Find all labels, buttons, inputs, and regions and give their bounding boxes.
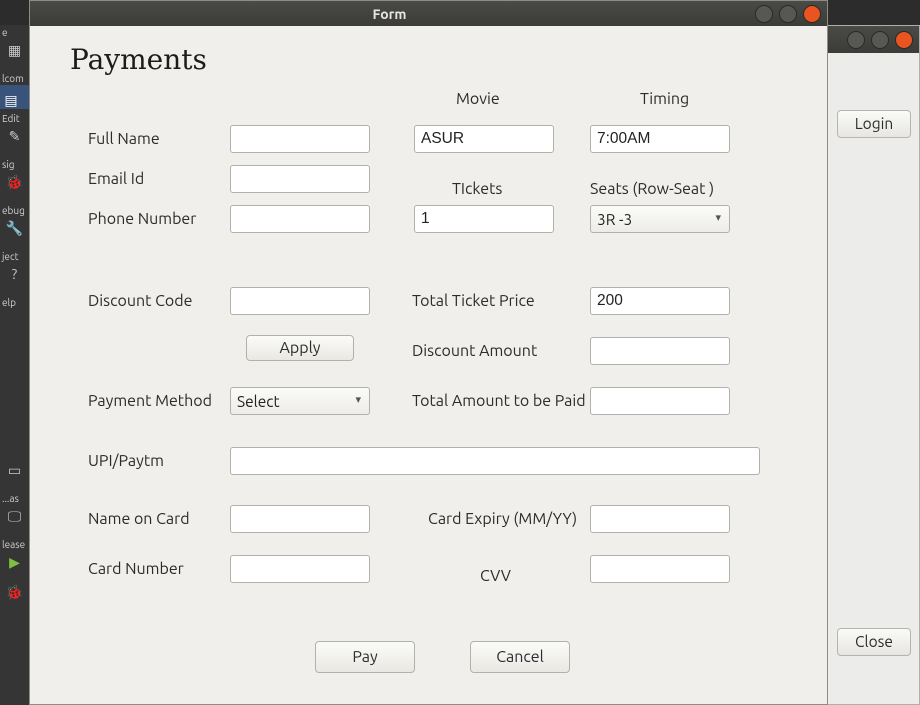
payment-method-value: Select: [237, 393, 280, 410]
label-payment-method: Payment Method: [88, 391, 212, 411]
payment-method-select[interactable]: Select: [230, 387, 370, 415]
close-icon[interactable]: [803, 5, 821, 23]
label-tickets: TIckets: [452, 179, 502, 199]
dialog-titlebar: Form: [30, 1, 827, 26]
pencil-icon[interactable]: ✎: [6, 127, 24, 145]
doc-icon: ▤: [2, 91, 20, 109]
label-cvv: CVV: [480, 566, 511, 586]
label-discount-code: Discount Code: [88, 291, 192, 311]
total-amount-input[interactable]: [590, 387, 730, 415]
login-button[interactable]: Login: [837, 110, 911, 138]
launcher-stub[interactable]: sig: [0, 155, 29, 171]
launcher-stub[interactable]: e: [0, 25, 29, 39]
label-movie: Movie: [456, 89, 500, 109]
label-seats: Seats (Row-Seat ): [590, 179, 714, 199]
discount-amount-input[interactable]: [590, 337, 730, 365]
launcher-stub-selected[interactable]: ▤: [0, 85, 29, 109]
maximize-icon[interactable]: [871, 31, 889, 49]
monitor-icon[interactable]: 🖵: [6, 507, 24, 525]
wrench-icon[interactable]: 🔧: [6, 219, 24, 237]
label-card-number: Card Number: [88, 559, 184, 579]
payments-dialog: Form Payments Full Name Email Id Phone N…: [29, 0, 828, 705]
total-ticket-price-input[interactable]: [590, 287, 730, 315]
label-timing: Timing: [640, 89, 689, 109]
seats-select[interactable]: 3R -3: [590, 205, 730, 233]
label-upi: UPI/Paytm: [88, 451, 164, 471]
pay-button[interactable]: Pay: [315, 641, 415, 673]
label-name-on-card: Name on Card: [88, 509, 190, 529]
timing-input[interactable]: [590, 125, 730, 153]
upi-input[interactable]: [230, 447, 760, 475]
movie-input[interactable]: [414, 125, 554, 153]
label-discount-amount: Discount Amount: [412, 341, 537, 361]
play-icon[interactable]: ▶: [6, 553, 24, 571]
page-title: Payments: [70, 43, 207, 76]
tickets-input[interactable]: [414, 205, 554, 233]
cvv-input[interactable]: [590, 555, 730, 583]
launcher-stub[interactable]: ...as: [0, 489, 29, 505]
email-input[interactable]: [230, 165, 370, 193]
window-icon[interactable]: ▭: [6, 461, 24, 479]
phone-input[interactable]: [230, 205, 370, 233]
label-total-ticket-price: Total Ticket Price: [412, 291, 535, 311]
label-total-amount: Total Amount to be Paid: [412, 391, 586, 411]
full-name-input[interactable]: [230, 125, 370, 153]
launcher-stub[interactable]: lcom: [0, 71, 29, 85]
launcher-stub[interactable]: Edit: [0, 109, 29, 125]
help-icon[interactable]: ?: [6, 265, 24, 283]
cancel-button[interactable]: Cancel: [470, 641, 570, 673]
bug2-icon[interactable]: 🐞: [6, 583, 24, 601]
minimize-icon[interactable]: [755, 5, 773, 23]
label-card-expiry: Card Expiry (MM/YY): [428, 509, 577, 529]
window-title: Form: [30, 6, 749, 22]
seats-value: 3R -3: [597, 211, 632, 228]
grid-icon[interactable]: ▦: [6, 41, 24, 59]
minimize-icon[interactable]: [847, 31, 865, 49]
discount-code-input[interactable]: [230, 287, 370, 315]
maximize-icon[interactable]: [779, 5, 797, 23]
card-expiry-input[interactable]: [590, 505, 730, 533]
launcher-stub[interactable]: ebug: [0, 201, 29, 217]
card-number-input[interactable]: [230, 555, 370, 583]
label-full-name: Full Name: [88, 129, 160, 149]
apply-button[interactable]: Apply: [246, 335, 354, 361]
launcher: e ▦ lcom ▤ Edit ✎ sig 🐞 ebug 🔧 ject ? el…: [0, 25, 29, 705]
close-button[interactable]: Close: [837, 628, 911, 656]
launcher-stub[interactable]: ject: [0, 247, 29, 263]
label-phone: Phone Number: [88, 209, 196, 229]
label-email: Email Id: [88, 169, 144, 189]
launcher-stub[interactable]: elp: [0, 293, 29, 309]
bug-icon[interactable]: 🐞: [6, 173, 24, 191]
name-on-card-input[interactable]: [230, 505, 370, 533]
launcher-stub[interactable]: lease: [0, 535, 29, 551]
close-icon[interactable]: [895, 31, 913, 49]
